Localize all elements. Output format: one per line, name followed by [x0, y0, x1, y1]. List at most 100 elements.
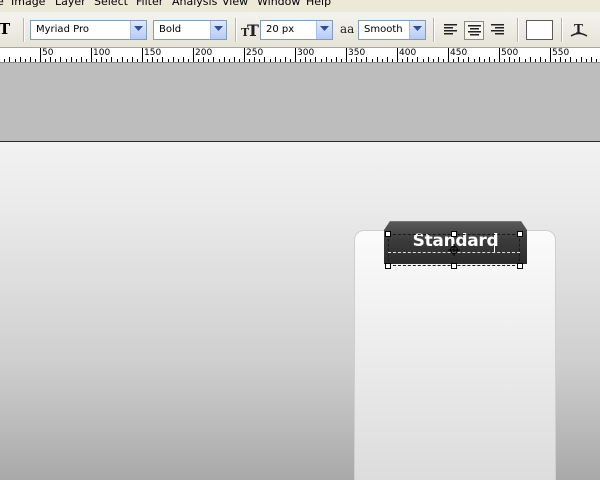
menu-item-view[interactable]: View — [222, 0, 248, 8]
ruler-tick — [300, 59, 301, 62]
ruler-tick — [443, 59, 444, 62]
antialias-select[interactable]: Smooth — [358, 20, 426, 40]
font-style-select[interactable]: Bold — [153, 20, 227, 40]
bbox-handle-n[interactable] — [451, 231, 457, 237]
text-color-swatch[interactable] — [526, 20, 553, 40]
ruler-tick — [315, 57, 316, 62]
ruler-tick — [540, 57, 541, 62]
ruler-tick — [168, 59, 169, 62]
warp-text-icon[interactable]: T — [570, 21, 588, 40]
chevron-down-icon[interactable] — [210, 21, 226, 39]
ruler-tick — [40, 48, 41, 62]
options-separator — [235, 18, 236, 42]
ruler-tick — [162, 57, 163, 62]
ruler-tick — [295, 48, 296, 62]
ruler-tick — [468, 57, 469, 62]
ruler-tick — [310, 59, 311, 62]
ruler-tick — [366, 57, 367, 62]
font-size-icon: T T — [241, 22, 259, 38]
menu-item-analysis[interactable]: Analysis — [172, 0, 217, 8]
font-family-select[interactable]: Myriad Pro — [30, 20, 147, 40]
menu-item-filter[interactable]: Filter — [136, 0, 163, 8]
ruler-tick — [9, 57, 10, 62]
menu-item-select[interactable]: Select — [94, 0, 128, 8]
ruler-tick — [76, 59, 77, 62]
options-separator — [433, 18, 434, 42]
ruler-label: 550 — [552, 48, 570, 58]
font-size-value: 20 px — [266, 24, 295, 35]
ruler-tick — [137, 59, 138, 62]
ruler-tick — [183, 57, 184, 62]
ruler-tick — [45, 59, 46, 62]
ruler-tick — [346, 48, 347, 62]
align-center-button[interactable] — [464, 21, 484, 40]
menu-item-help[interactable]: Help — [306, 0, 331, 8]
chevron-down-icon[interactable] — [409, 21, 425, 39]
ruler-tick — [111, 57, 112, 62]
ruler-tick — [361, 59, 362, 62]
ruler-tick — [249, 59, 250, 62]
ruler-tick — [397, 48, 398, 62]
ruler-label: 100 — [93, 48, 111, 58]
bbox-handle-s[interactable] — [451, 263, 457, 269]
ruler-tick — [234, 57, 235, 62]
ruler-tick — [259, 59, 260, 62]
chevron-down-icon[interactable] — [130, 21, 146, 39]
ruler-tick — [178, 59, 179, 62]
ruler-tick — [499, 48, 500, 62]
ruler-tick — [81, 57, 82, 62]
ruler-tick — [66, 59, 67, 62]
font-size-select[interactable]: 20 px — [260, 20, 333, 40]
ruler-tick — [586, 59, 587, 62]
ruler-tick — [545, 59, 546, 62]
ruler-tick — [193, 48, 194, 62]
ruler-tick — [341, 59, 342, 62]
svg-text:T: T — [247, 22, 259, 38]
ruler-tick — [448, 48, 449, 62]
ruler-tick — [525, 59, 526, 62]
ruler-tick — [438, 57, 439, 62]
ruler-tick — [4, 59, 5, 62]
ruler-tick — [479, 57, 480, 62]
menu-item-window[interactable]: Window — [257, 0, 300, 8]
ruler-tick — [20, 57, 21, 62]
ruler-tick — [127, 59, 128, 62]
ruler-tick — [285, 57, 286, 62]
ruler-tick — [25, 59, 26, 62]
align-right-button[interactable] — [488, 21, 508, 40]
ruler-tick — [550, 48, 551, 62]
ruler-tick — [239, 59, 240, 62]
ruler-tick — [423, 59, 424, 62]
ruler-tick — [35, 59, 36, 62]
ruler-tick — [60, 57, 61, 62]
ruler-tick — [106, 59, 107, 62]
menu-item-image[interactable]: Image — [11, 0, 45, 8]
chevron-down-icon[interactable] — [316, 21, 332, 39]
ruler-label: 400 — [399, 48, 417, 58]
bbox-handle-se[interactable] — [517, 263, 523, 269]
tool-options-bar: T Myriad Pro Bold T T 20 px aa Smooth T — [0, 12, 600, 48]
menu-item-layer[interactable]: Layer — [55, 0, 86, 8]
ruler-tick — [264, 57, 265, 62]
bbox-handle-sw[interactable] — [385, 263, 391, 269]
ruler-tick — [15, 59, 16, 62]
ruler-label: 250 — [246, 48, 264, 58]
ruler-tick — [173, 57, 174, 62]
bbox-handle-ne[interactable] — [517, 231, 523, 237]
ruler-tick — [484, 59, 485, 62]
ruler-label: 350 — [348, 48, 366, 58]
ruler-tick — [91, 48, 92, 62]
bbox-handle-nw[interactable] — [385, 231, 391, 237]
ruler-tick — [219, 59, 220, 62]
ruler-tick — [142, 48, 143, 62]
ruler-tick — [336, 57, 337, 62]
ruler-tick — [208, 59, 209, 62]
ruler-label: 200 — [195, 48, 213, 58]
ruler-tick — [519, 57, 520, 62]
align-left-button[interactable] — [441, 21, 461, 40]
reference-point-icon[interactable] — [448, 244, 460, 256]
ruler-tick — [591, 57, 592, 62]
ruler-label: 500 — [501, 48, 519, 58]
horizontal-ruler[interactable]: 50 100 150 200 250 300 350 400 450 500 550 — [0, 48, 600, 63]
text-tool-icon[interactable]: T — [0, 20, 13, 38]
